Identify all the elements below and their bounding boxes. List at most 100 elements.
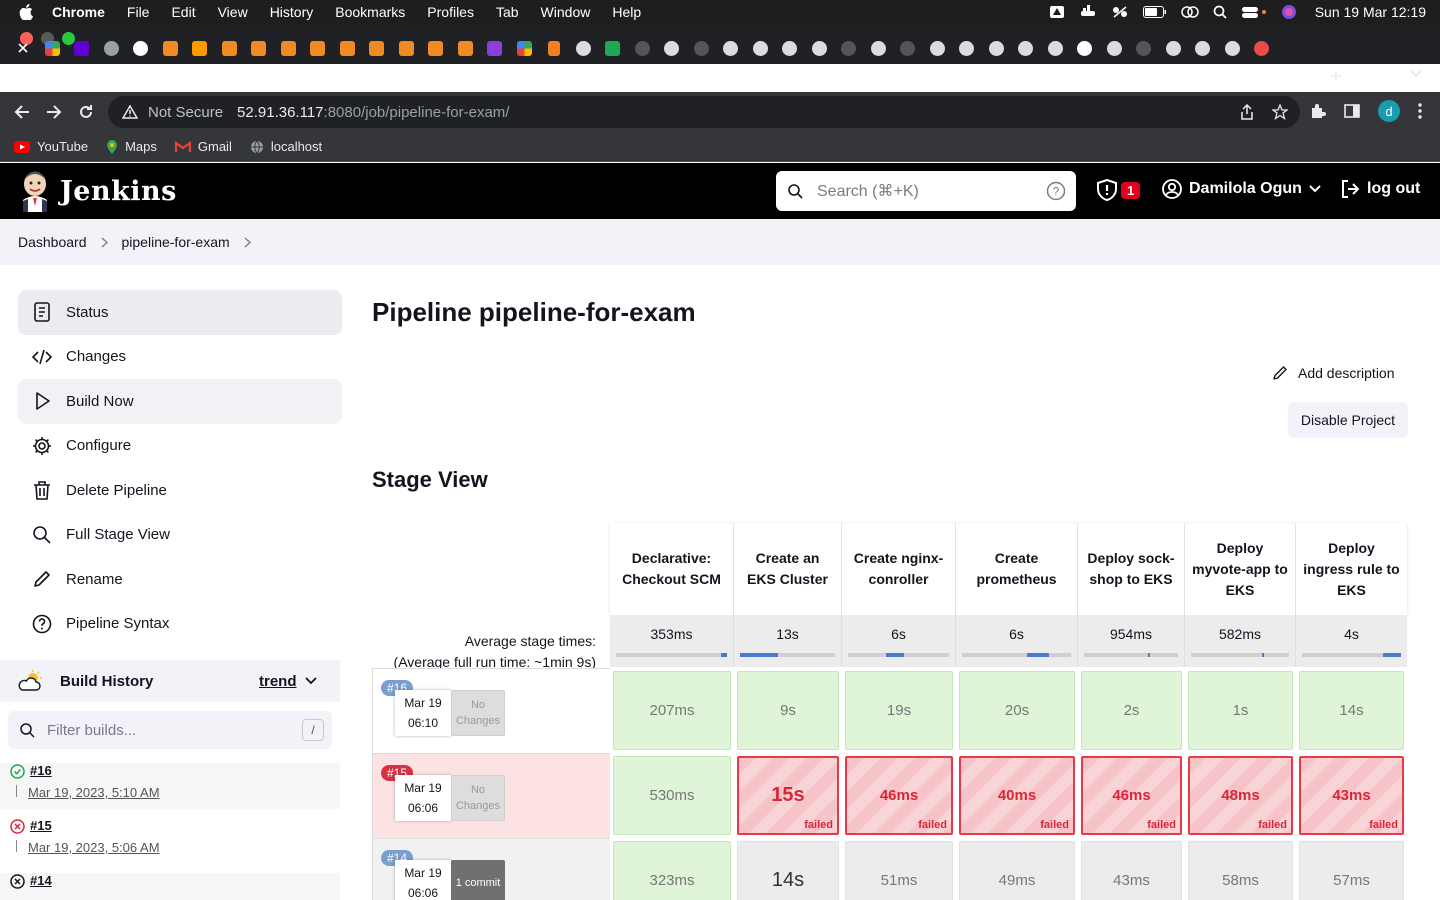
extensions-status-icon[interactable] (1111, 5, 1129, 19)
disable-project-button[interactable]: Disable Project (1288, 402, 1408, 438)
new-tab-button[interactable]: + (1330, 66, 1342, 89)
menubar-clock[interactable]: Sun 19 Mar 12:19 (1315, 4, 1426, 20)
history-row[interactable]: #16 Mar 19, 2023, 5:10 AM (0, 763, 340, 809)
history-row[interactable]: #15 Mar 19, 2023, 5:06 AM (0, 818, 340, 864)
history-build-number[interactable]: #14 (30, 873, 52, 888)
stage-result-cell[interactable]: 9s (734, 668, 842, 753)
tab-generic[interactable] (1218, 40, 1248, 56)
spotlight-search-icon[interactable] (1213, 5, 1227, 19)
reload-icon[interactable] (70, 104, 102, 120)
stage-result-cell[interactable]: 43ms (1078, 838, 1185, 900)
menu-window[interactable]: Window (530, 4, 602, 20)
tab-google-meet[interactable] (510, 40, 540, 56)
tab-generic[interactable] (97, 40, 127, 56)
tab-purple[interactable] (480, 40, 510, 56)
sidebar-item-configure[interactable]: Configure (18, 424, 342, 469)
address-bar[interactable]: Not Secure 52.91.36.117 :8080/job/pipeli… (108, 96, 1300, 128)
drive-icon[interactable] (1049, 5, 1065, 19)
tab-generic[interactable] (952, 40, 982, 56)
menu-help[interactable]: Help (601, 4, 652, 20)
build-changes[interactable]: No Changes (451, 690, 505, 736)
tab-orange[interactable] (156, 40, 186, 56)
stage-result-cell[interactable]: 20s (956, 668, 1078, 753)
tab-recording[interactable] (1247, 40, 1277, 56)
stage-result-cell[interactable]: 46ms failed (842, 753, 956, 838)
tab-jenkins[interactable] (1129, 40, 1159, 56)
tab-generic[interactable] (805, 40, 835, 56)
tab-orange[interactable] (392, 40, 422, 56)
menu-profiles[interactable]: Profiles (416, 4, 485, 20)
filter-builds-input[interactable]: Filter builds... / (8, 711, 332, 749)
forward-icon[interactable] (38, 104, 70, 120)
tab-aws[interactable] (185, 40, 215, 56)
tab-orange[interactable] (362, 40, 392, 56)
stage-result-cell[interactable]: 58ms (1185, 838, 1296, 900)
not-secure-label[interactable]: Not Secure (148, 104, 223, 121)
tab-generic[interactable] (1011, 40, 1041, 56)
tab-generic[interactable] (982, 40, 1012, 56)
apple-icon[interactable] (0, 4, 52, 20)
stage-result-cell[interactable]: 323ms (610, 838, 734, 900)
sidebar-item-pipeline-syntax[interactable]: Pipeline Syntax (18, 602, 342, 647)
stage-result-cell[interactable]: 19s (842, 668, 956, 753)
bookmark-youtube[interactable]: YouTube (14, 139, 88, 154)
tab-generic[interactable] (657, 40, 687, 56)
control-center-icon[interactable] (1241, 5, 1267, 19)
sidebar-item-delete-pipeline[interactable]: Delete Pipeline (18, 468, 342, 513)
chevron-down-icon[interactable] (305, 677, 317, 685)
tab-orange[interactable] (303, 40, 333, 56)
menu-app-chrome[interactable]: Chrome (52, 4, 116, 20)
tab-generic[interactable] (569, 40, 599, 56)
bookmark-star-icon[interactable] (1272, 104, 1288, 120)
tab-orange[interactable] (421, 40, 451, 56)
tab-google-meet[interactable] (38, 40, 68, 56)
history-build-date[interactable]: Mar 19, 2023, 5:10 AM (28, 785, 160, 800)
menu-history[interactable]: History (259, 4, 325, 20)
tab-generic[interactable] (775, 40, 805, 56)
tab-jenkins[interactable] (687, 40, 717, 56)
tab-yahoo[interactable] (67, 40, 97, 56)
screen-mirroring-icon[interactable] (1180, 5, 1199, 19)
stage-result-cell[interactable]: 14s (1296, 668, 1407, 753)
security-alerts-button[interactable]: 1 (1097, 179, 1141, 201)
tab-jenkins[interactable] (628, 40, 658, 56)
tab-generic[interactable] (1188, 40, 1218, 56)
history-build-number[interactable]: #15 (30, 818, 52, 833)
bookmark-gmail[interactable]: Gmail (174, 139, 232, 154)
tab-orange[interactable] (244, 40, 274, 56)
stage-result-cell[interactable]: 57ms (1296, 838, 1407, 900)
stage-result-cell[interactable]: 530ms (610, 753, 734, 838)
sidebar-item-full-stage-view[interactable]: Full Stage View (18, 513, 342, 558)
stage-result-cell[interactable]: 51ms (842, 838, 956, 900)
menu-view[interactable]: View (207, 4, 259, 20)
extensions-icon[interactable] (1310, 103, 1326, 119)
menu-edit[interactable]: Edit (160, 4, 206, 20)
tab-orange[interactable] (215, 40, 245, 56)
stage-result-cell[interactable]: 207ms (610, 668, 734, 753)
kebab-menu-icon[interactable] (1418, 103, 1422, 119)
stage-result-cell[interactable]: 46ms failed (1078, 753, 1185, 838)
stage-result-cell[interactable]: 49ms (956, 838, 1078, 900)
stage-result-cell[interactable]: 40ms failed (956, 753, 1078, 838)
menu-file[interactable]: File (116, 4, 161, 20)
warning-icon[interactable] (122, 105, 138, 119)
build-changes[interactable]: 1 commit (451, 860, 505, 900)
search-help-icon[interactable]: ? (1046, 181, 1066, 201)
add-description-link[interactable]: Add description (1272, 365, 1395, 381)
tab-generic[interactable] (923, 40, 953, 56)
sidebar-item-rename[interactable]: Rename (18, 557, 342, 602)
chevron-right-icon[interactable] (244, 237, 251, 248)
profile-avatar[interactable]: d (1378, 100, 1400, 122)
history-build-number[interactable]: #16 (30, 763, 52, 778)
tab-orange[interactable] (451, 40, 481, 56)
tab-generic[interactable] (864, 40, 894, 56)
tab-jenkins[interactable] (893, 40, 923, 56)
sidebar-item-build-now[interactable]: Build Now (18, 379, 342, 424)
tab-orange[interactable] (274, 40, 304, 56)
tab-generic[interactable] (716, 40, 746, 56)
stage-result-cell[interactable]: 15s failed (734, 753, 842, 838)
bookmark-maps[interactable]: Maps (106, 139, 157, 155)
tab-github[interactable] (1070, 40, 1100, 56)
tab-orange[interactable] (333, 40, 363, 56)
tab-generic[interactable] (746, 40, 776, 56)
